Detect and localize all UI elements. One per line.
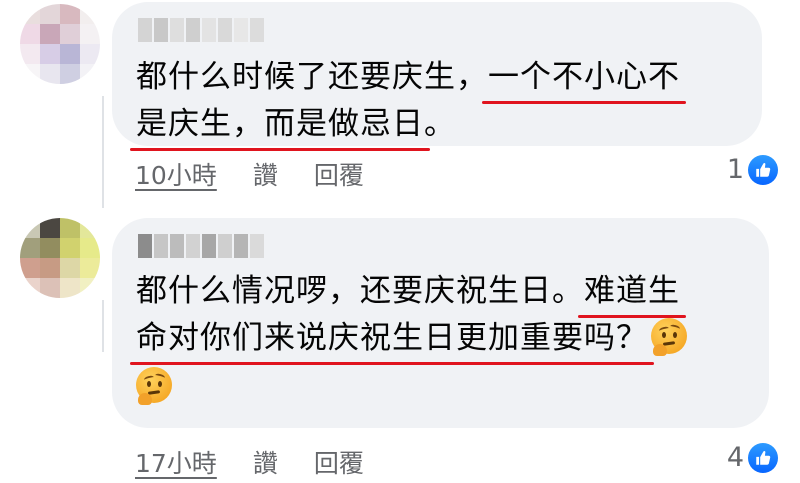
comment-text-part: 都什么时候了还要庆生， (136, 59, 488, 95)
avatar[interactable] (20, 218, 100, 298)
commenter-name[interactable] (138, 18, 264, 42)
comment-text-part: 。 (424, 106, 456, 142)
reaction-count[interactable]: 4 (727, 442, 778, 473)
comment-text: 都什么时候了还要庆生，一个不小心不 是庆生，而是做忌日。 (136, 54, 680, 148)
thinking-face-emoji (136, 367, 172, 405)
like-thumb-icon (748, 442, 778, 473)
reply-button[interactable]: 回覆 (314, 156, 364, 192)
like-button[interactable]: 讚 (253, 156, 278, 192)
thread-line (102, 300, 104, 352)
comment-actions: 10小時 讚 回覆 (135, 156, 364, 192)
timestamp-link[interactable]: 10小時 (135, 156, 217, 192)
comment-text-part: 都什么情况啰，还要庆祝生日。 (136, 273, 584, 309)
comment-bubble: 都什么情况啰，还要庆祝生日。难道生 命对你们来说庆祝生日更加重要吗？ (112, 218, 769, 428)
reply-button[interactable]: 回覆 (314, 444, 364, 480)
comment-bubble: 都什么时候了还要庆生，一个不小心不 是庆生，而是做忌日。 (112, 2, 762, 146)
avatar[interactable] (20, 4, 100, 84)
underlined-text: 是庆生，而是做忌日 (136, 106, 424, 142)
reaction-count[interactable]: 1 (727, 154, 778, 185)
thread-line (102, 96, 104, 208)
underlined-text: 难道生 (584, 273, 680, 309)
reaction-number: 1 (726, 154, 744, 185)
underlined-text: 命对你们来说庆祝生日更加重要吗？ (136, 320, 648, 356)
timestamp-link[interactable]: 17小時 (135, 444, 217, 480)
thinking-face-emoji (651, 318, 687, 356)
like-thumb-icon (748, 154, 778, 185)
reaction-number: 4 (726, 442, 744, 473)
comment-actions: 17小時 讚 回覆 (135, 444, 364, 480)
comment-text: 都什么情况啰，还要庆祝生日。难道生 命对你们来说庆祝生日更加重要吗？ (136, 268, 690, 411)
underlined-text: 一个不小心不 (488, 59, 680, 95)
like-button[interactable]: 讚 (253, 444, 278, 480)
commenter-name[interactable] (138, 234, 264, 258)
